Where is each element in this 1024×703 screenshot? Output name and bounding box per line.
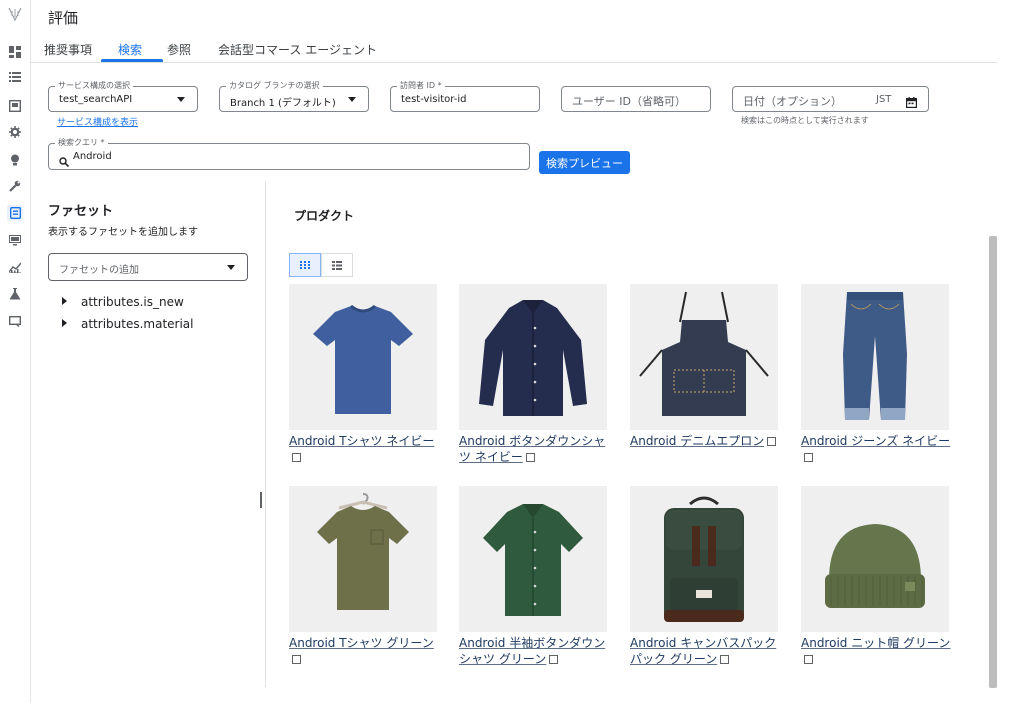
- left-nav-rail: [0, 0, 31, 703]
- product-title-link[interactable]: Android ジーンズ ネイビー: [801, 433, 953, 465]
- dashboard-icon[interactable]: [7, 44, 23, 60]
- search-preview-button[interactable]: 検索プレビュー: [539, 151, 630, 174]
- date-field[interactable]: 日付（オプション） JST: [732, 86, 929, 112]
- open-in-new-icon[interactable]: [292, 655, 301, 664]
- catalog-branch-label: カタログ ブランチの選択: [226, 81, 323, 91]
- monitor-icon[interactable]: [7, 232, 23, 248]
- catalog-branch-value: Branch 1 (デフォルト): [230, 98, 336, 109]
- product-title-link[interactable]: Android キャンバスパックパック グリーン: [630, 635, 782, 667]
- products-title: プロダクト: [294, 209, 355, 223]
- open-in-new-icon[interactable]: [804, 453, 813, 462]
- search-query-value: Android: [73, 151, 112, 162]
- timezone-label: JST: [876, 94, 892, 105]
- tab-bar: 推奨事項 検索 参照 会話型コマース エージェント: [30, 35, 997, 63]
- scrollbar[interactable]: [989, 236, 997, 688]
- open-in-new-icon[interactable]: [720, 655, 730, 664]
- visitor-id-value: test-visitor-id: [401, 94, 467, 105]
- facet-item[interactable]: attributes.is_new: [62, 295, 184, 309]
- product-image[interactable]: [289, 284, 437, 430]
- active-tab-indicator: [101, 59, 163, 62]
- open-in-new-icon[interactable]: [292, 453, 301, 462]
- service-config-select[interactable]: サービス構成の選択 test_searchAPI: [48, 81, 198, 112]
- service-config-label: サービス構成の選択: [55, 81, 133, 91]
- product-image[interactable]: [289, 486, 437, 632]
- panel-divider: [265, 182, 266, 687]
- gear-icon[interactable]: [7, 124, 23, 140]
- open-in-new-icon[interactable]: [549, 655, 559, 664]
- search-query-label: 検索クエリ *: [55, 138, 108, 148]
- product-title-link[interactable]: Android 半袖ボタンダウンシャツ グリーン: [459, 635, 611, 667]
- feedback-icon[interactable]: [7, 313, 23, 329]
- list-icon[interactable]: [7, 69, 23, 85]
- product-image[interactable]: [801, 284, 949, 430]
- tab-search[interactable]: 検索: [118, 41, 142, 58]
- evaluate-icon[interactable]: [7, 205, 23, 221]
- open-in-new-icon[interactable]: [525, 453, 535, 462]
- tab-conversational-commerce[interactable]: 会話型コマース エージェント: [218, 41, 377, 58]
- grid-icon: [300, 261, 310, 269]
- service-config-value: test_searchAPI: [59, 94, 133, 105]
- calendar-icon[interactable]: [906, 93, 918, 112]
- grid-view-toggle[interactable]: [289, 253, 321, 277]
- analytics-icon[interactable]: [7, 259, 23, 275]
- caret-down-icon: [227, 265, 235, 270]
- product-image[interactable]: [630, 284, 778, 430]
- expand-arrow-icon[interactable]: [62, 297, 67, 305]
- product-title-link[interactable]: Android デニムエプロン: [630, 433, 782, 449]
- expand-arrow-icon[interactable]: [62, 319, 67, 327]
- facets-subtitle: 表示するファセットを追加します: [48, 227, 198, 238]
- search-query-field[interactable]: 検索クエリ * Android: [48, 138, 530, 171]
- catalog-branch-select[interactable]: カタログ ブランチの選択 Branch 1 (デフォルト): [219, 81, 369, 112]
- lightbulb-icon[interactable]: [7, 152, 23, 168]
- product-title-link[interactable]: Android ボタンダウンシャツ ネイビー: [459, 433, 611, 465]
- product-image[interactable]: [630, 486, 778, 632]
- facet-item[interactable]: attributes.material: [62, 317, 194, 331]
- experiment-icon[interactable]: [7, 286, 23, 302]
- user-id-field[interactable]: ユーザー ID（省略可）: [561, 86, 711, 112]
- list-view-toggle[interactable]: [321, 253, 353, 277]
- product-title-link[interactable]: Android ニット帽 グリーン: [801, 635, 953, 667]
- product-image[interactable]: [801, 486, 949, 632]
- caret-down-icon: [177, 97, 185, 102]
- wrench-icon[interactable]: [7, 178, 23, 194]
- catalog-icon[interactable]: [7, 98, 23, 114]
- add-facet-select[interactable]: ファセットの追加: [48, 253, 248, 281]
- date-placeholder: 日付（オプション）: [743, 95, 842, 108]
- search-icon: [59, 152, 70, 171]
- open-in-new-icon[interactable]: [804, 655, 813, 664]
- user-id-placeholder: ユーザー ID（省略可）: [572, 95, 686, 108]
- visitor-id-field[interactable]: 訪問者 ID * test-visitor-id: [390, 81, 540, 112]
- list-view-icon: [332, 260, 342, 270]
- product-title-link[interactable]: Android Tシャツ ネイビー: [289, 433, 441, 465]
- product-title-link[interactable]: Android Tシャツ グリーン: [289, 635, 441, 667]
- resize-handle[interactable]: [260, 492, 262, 508]
- product-image[interactable]: [459, 486, 607, 632]
- open-in-new-icon[interactable]: [767, 437, 777, 446]
- retail-logo-icon[interactable]: [7, 6, 23, 22]
- add-facet-placeholder: ファセットの追加: [59, 265, 139, 276]
- facets-title: ファセット: [48, 204, 114, 219]
- visitor-id-label: 訪問者 ID *: [397, 81, 445, 91]
- view-service-config-link[interactable]: サービス構成を表示: [57, 115, 138, 128]
- caret-down-icon: [348, 97, 356, 102]
- product-image[interactable]: [459, 284, 607, 430]
- date-hint: 検索はこの時点として実行されます: [741, 116, 869, 125]
- page-title: 評価: [48, 9, 79, 27]
- tab-recommendations[interactable]: 推奨事項: [44, 41, 92, 58]
- tab-browse[interactable]: 参照: [167, 41, 191, 58]
